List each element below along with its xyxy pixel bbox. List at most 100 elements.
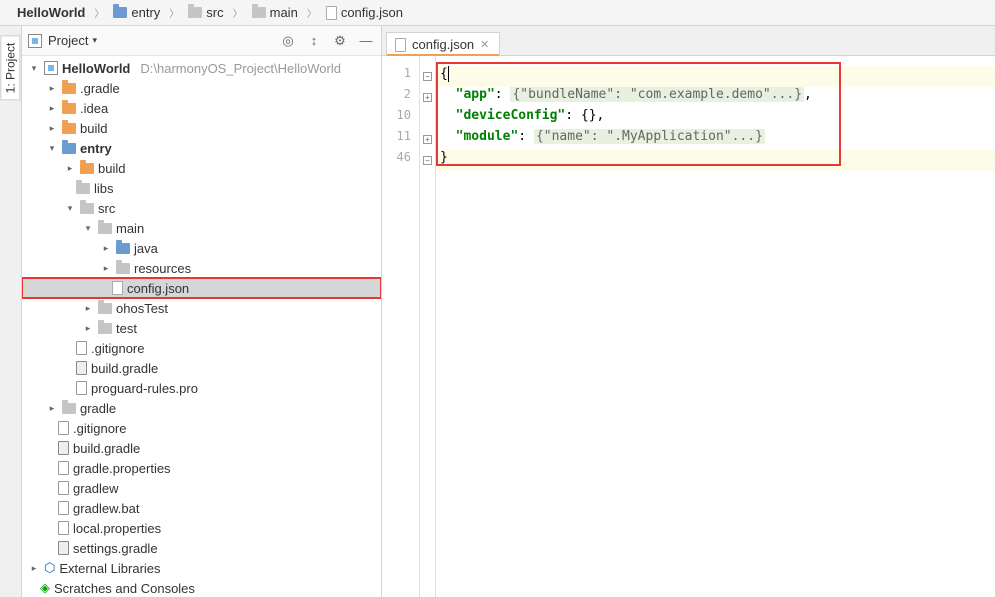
tree-item-scratches[interactable]: ◈Scratches and Consoles [22,578,381,597]
file-icon [58,461,69,475]
folder-icon [62,123,76,134]
tree-item-gradleprops[interactable]: gradle.properties [22,458,381,478]
folder-icon [98,223,112,234]
folder-icon [62,143,76,154]
folder-icon [252,7,266,18]
tree-item-config-json[interactable]: config.json [22,278,381,298]
expand-arrow-icon[interactable]: ▸ [46,83,58,94]
code-content[interactable]: { "app": {"bundleName": "com.example.dem… [436,56,995,597]
breadcrumb-root[interactable]: HelloWorld [10,3,92,22]
breadcrumb-config[interactable]: config.json [319,3,410,22]
gradle-file-icon [58,541,69,555]
file-icon [58,421,69,435]
tree-item-buildgradle[interactable]: build.gradle [22,438,381,458]
project-panel-header: Project ▾ ◎ ↕ ⚙ — [22,26,381,56]
line-gutter: 1 2 10 11 46 [382,56,420,597]
file-icon [76,341,87,355]
expand-arrow-icon[interactable]: ▸ [46,403,58,414]
chevron-right-icon: 〉 [307,5,317,20]
fold-toggle-icon[interactable]: − [423,156,432,165]
tree-item-ohostest[interactable]: ▸ohosTest [22,298,381,318]
tree-item-entry-proguard[interactable]: proguard-rules.pro [22,378,381,398]
expand-arrow-icon[interactable]: ▸ [64,163,76,174]
project-root-icon [44,61,58,75]
chevron-right-icon: 〉 [94,5,104,20]
file-icon [76,381,87,395]
expand-arrow-icon[interactable]: ▸ [82,303,94,314]
folder-icon [62,83,76,94]
tree-item-gradlewbat[interactable]: gradlew.bat [22,498,381,518]
breadcrumb-bar: HelloWorld 〉 entry 〉 src 〉 main 〉 config… [0,0,995,26]
tree-item-entry-src[interactable]: ▾src [22,198,381,218]
project-panel: Project ▾ ◎ ↕ ⚙ — ▾ HelloWorld D:\harmon… [22,26,382,597]
expand-arrow-icon[interactable]: ▸ [46,123,58,134]
tree-item-build[interactable]: ▸build [22,118,381,138]
folder-icon [76,183,90,194]
tree-item-gitignore[interactable]: .gitignore [22,418,381,438]
expand-arrow-icon[interactable]: ▾ [64,203,76,214]
expand-arrow-icon[interactable]: ▸ [82,323,94,334]
breadcrumb-entry[interactable]: entry [106,3,167,22]
project-view-icon [28,34,42,48]
fold-toggle-icon[interactable]: + [423,135,432,144]
folder-icon [116,263,130,274]
tree-item-settings[interactable]: settings.gradle [22,538,381,558]
tree-item-test[interactable]: ▸test [22,318,381,338]
hide-icon[interactable]: — [357,32,375,50]
chevron-right-icon: 〉 [169,5,179,20]
chevron-right-icon: 〉 [233,5,243,20]
tree-item-resources[interactable]: ▸resources [22,258,381,278]
json-file-icon [395,38,406,52]
expand-arrow-icon[interactable]: ▾ [82,223,94,234]
tree-item-gradlew[interactable]: gradlew [22,478,381,498]
folder-icon [80,203,94,214]
tree-item-main[interactable]: ▾main [22,218,381,238]
tree-item-localprops[interactable]: local.properties [22,518,381,538]
breadcrumb-src[interactable]: src [181,3,230,22]
folder-icon [62,103,76,114]
gradle-file-icon [76,361,87,375]
folder-icon [98,303,112,314]
tree-item-idea[interactable]: ▸.idea [22,98,381,118]
tree-item-entry-build[interactable]: ▸build [22,158,381,178]
caret-down-icon: ▾ [92,35,97,46]
text-caret [448,66,449,82]
project-view-selector[interactable]: Project ▾ [48,33,97,48]
tree-item-ext-libs[interactable]: ▸⬡External Libraries [22,558,381,578]
project-tree[interactable]: ▾ HelloWorld D:\harmonyOS_Project\HelloW… [22,56,381,597]
expand-all-icon[interactable]: ↕ [305,32,323,50]
code-editor[interactable]: 1 2 10 11 46 − + + − { "app": {"bundleNa… [382,56,995,597]
json-file-icon [326,6,337,20]
expand-arrow-icon[interactable]: ▸ [100,243,112,254]
file-icon [58,501,69,515]
gradle-file-icon [58,441,69,455]
tree-item-entry-buildgradle[interactable]: build.gradle [22,358,381,378]
tree-item-entry[interactable]: ▾entry [22,138,381,158]
expand-arrow-icon[interactable]: ▸ [46,103,58,114]
tree-item-entry-libs[interactable]: libs [22,178,381,198]
expand-arrow-icon[interactable]: ▸ [28,563,40,574]
json-file-icon [112,281,123,295]
fold-toggle-icon[interactable]: + [423,93,432,102]
tree-item-entry-gitignore[interactable]: .gitignore [22,338,381,358]
expand-arrow-icon[interactable]: ▾ [28,63,40,74]
toolwindow-strip: 1: Project [0,26,22,597]
expand-arrow-icon[interactable]: ▸ [100,263,112,274]
tree-item-gradle[interactable]: ▸.gradle [22,78,381,98]
folder-icon [116,243,130,254]
tree-root[interactable]: ▾ HelloWorld D:\harmonyOS_Project\HelloW… [22,58,381,78]
fold-gutter: − + + − [420,56,436,597]
locate-icon[interactable]: ◎ [279,32,297,50]
gear-icon[interactable]: ⚙ [331,32,349,50]
expand-arrow-icon[interactable]: ▾ [46,143,58,154]
close-tab-icon[interactable]: ✕ [480,38,489,51]
folder-icon [98,323,112,334]
tree-item-gradle2[interactable]: ▸gradle [22,398,381,418]
breadcrumb-main[interactable]: main [245,3,305,22]
fold-toggle-icon[interactable]: − [423,72,432,81]
folder-icon [80,163,94,174]
tree-item-java[interactable]: ▸java [22,238,381,258]
editor-tab-config[interactable]: config.json ✕ [386,32,500,56]
project-toolwindow-tab[interactable]: 1: Project [1,36,21,101]
folder-icon [188,7,202,18]
